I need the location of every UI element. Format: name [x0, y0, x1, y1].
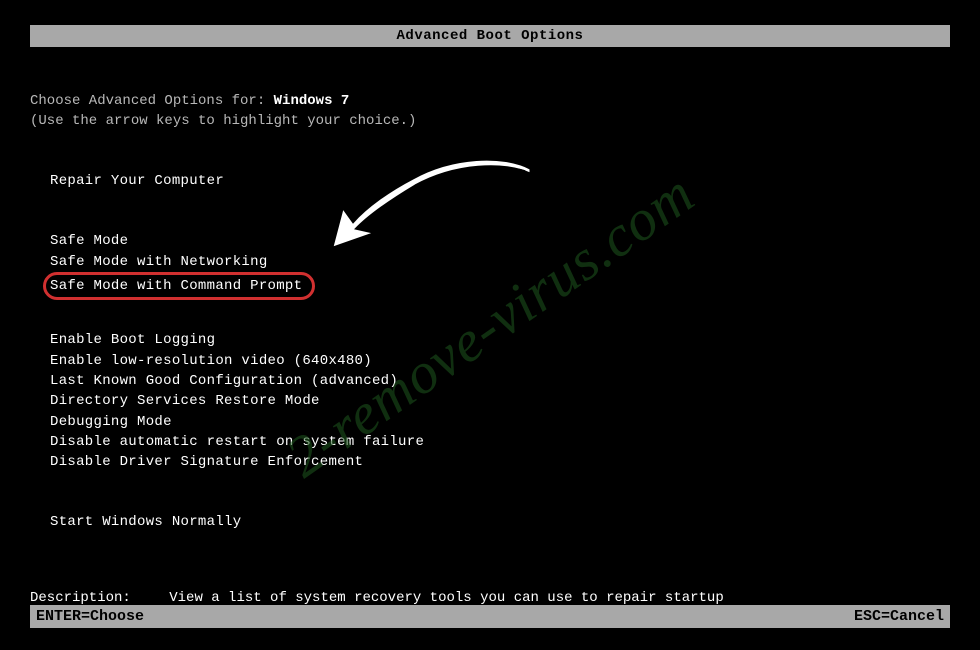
option-disable-restart[interactable]: Disable automatic restart on system fail… — [50, 432, 950, 452]
option-safe-mode[interactable]: Safe Mode — [50, 231, 950, 251]
option-safe-mode-networking[interactable]: Safe Mode with Networking — [50, 252, 950, 272]
os-name: Windows 7 — [274, 93, 350, 109]
instruction-block: Choose Advanced Options for: Windows 7 (… — [30, 92, 950, 131]
option-dir-services[interactable]: Directory Services Restore Mode — [50, 391, 950, 411]
title-bar: Advanced Boot Options — [30, 25, 950, 47]
instruction-label: Choose Advanced Options for: — [30, 93, 265, 109]
title-text: Advanced Boot Options — [397, 28, 584, 44]
footer-enter: ENTER=Choose — [36, 608, 144, 625]
option-low-res[interactable]: Enable low-resolution video (640x480) — [50, 351, 950, 371]
footer-bar: ENTER=Choose ESC=Cancel — [30, 605, 950, 628]
option-safe-mode-cmd[interactable]: Safe Mode with Command Prompt — [43, 272, 315, 300]
option-debugging[interactable]: Debugging Mode — [50, 412, 950, 432]
option-start-normal[interactable]: Start Windows Normally — [50, 512, 950, 532]
option-boot-logging[interactable]: Enable Boot Logging — [50, 330, 950, 350]
options-block: Repair Your Computer Safe Mode Safe Mode… — [50, 171, 950, 533]
instruction-hint: (Use the arrow keys to highlight your ch… — [30, 113, 416, 129]
option-repair[interactable]: Repair Your Computer — [50, 171, 950, 191]
option-disable-driver-sig[interactable]: Disable Driver Signature Enforcement — [50, 452, 950, 472]
footer-esc: ESC=Cancel — [854, 608, 944, 625]
option-last-known[interactable]: Last Known Good Configuration (advanced) — [50, 371, 950, 391]
